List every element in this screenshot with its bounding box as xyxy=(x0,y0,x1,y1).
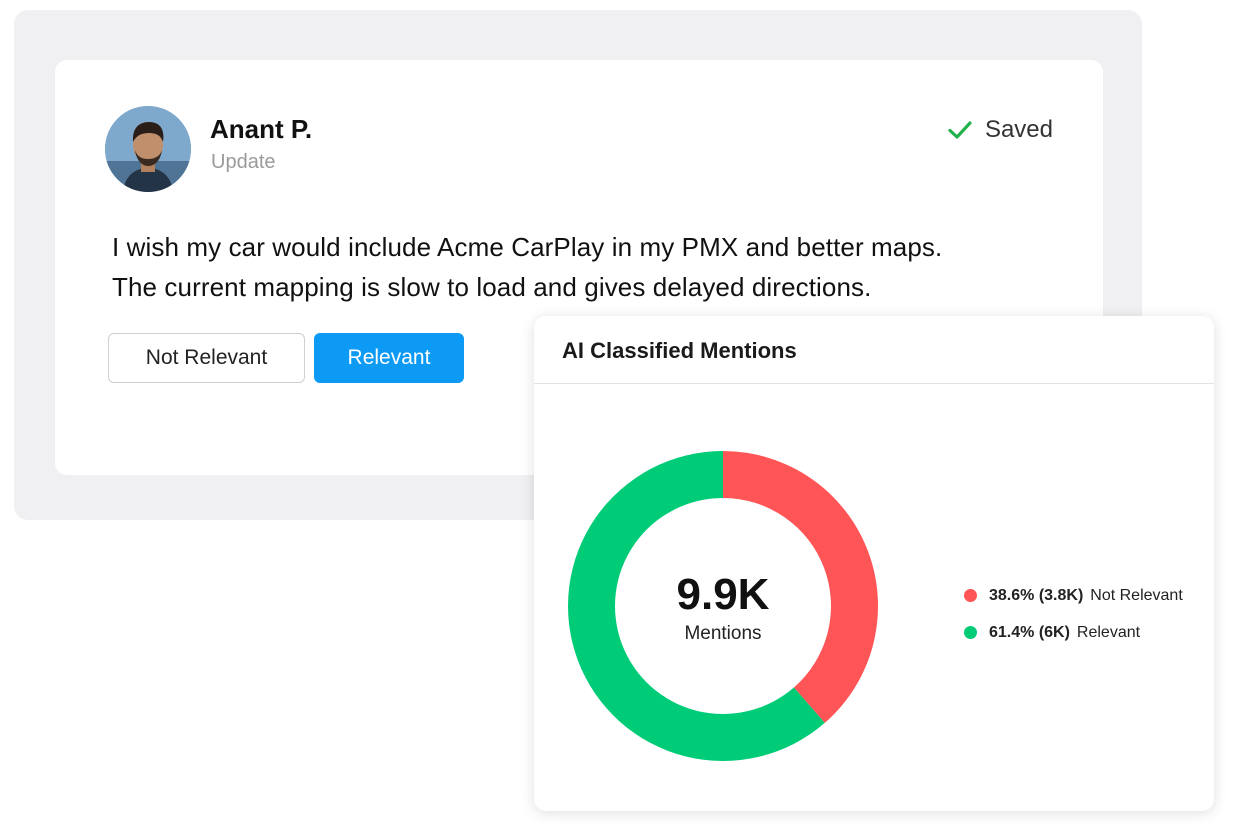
person-avatar-icon xyxy=(105,106,191,192)
total-mentions-label: Mentions xyxy=(684,623,762,644)
relevant-button[interactable]: Relevant xyxy=(314,333,464,383)
legend-item-relevant: 61.4% (6K) Relevant xyxy=(964,614,1183,651)
donut-chart xyxy=(567,451,878,761)
avatar xyxy=(105,106,191,192)
legend-item-not-relevant: 38.6% (3.8K) Not Relevant xyxy=(964,577,1183,614)
legend-label: Not Relevant xyxy=(1090,586,1183,604)
post-text-line: The current mapping is slow to load and … xyxy=(112,272,872,302)
legend-label: Relevant xyxy=(1076,623,1141,641)
legend-value: 61.4% (6K) xyxy=(989,623,1070,641)
check-icon xyxy=(948,121,972,139)
post-subtitle: Update xyxy=(211,151,276,173)
post-text-line: I wish my car would include Acme CarPlay… xyxy=(112,232,943,262)
total-mentions-value: 9.9K xyxy=(676,570,770,619)
post-body: I wish my car would include Acme CarPlay… xyxy=(112,227,1072,307)
not-relevant-button[interactable]: Not Relevant xyxy=(108,333,305,383)
author-name: Anant P. xyxy=(210,114,313,144)
legend-dot xyxy=(964,589,977,602)
classified-mentions-card: AI Classified Mentions 9.9K Mentions 38.… xyxy=(534,316,1214,811)
saved-status: Saved xyxy=(947,116,1053,144)
legend-dot xyxy=(964,626,977,639)
chart-legend: 38.6% (3.8K) Not Relevant 61.4% (6K) Rel… xyxy=(964,577,1183,651)
legend-value: 38.6% (3.8K) xyxy=(989,586,1084,604)
saved-label: Saved xyxy=(984,116,1053,143)
